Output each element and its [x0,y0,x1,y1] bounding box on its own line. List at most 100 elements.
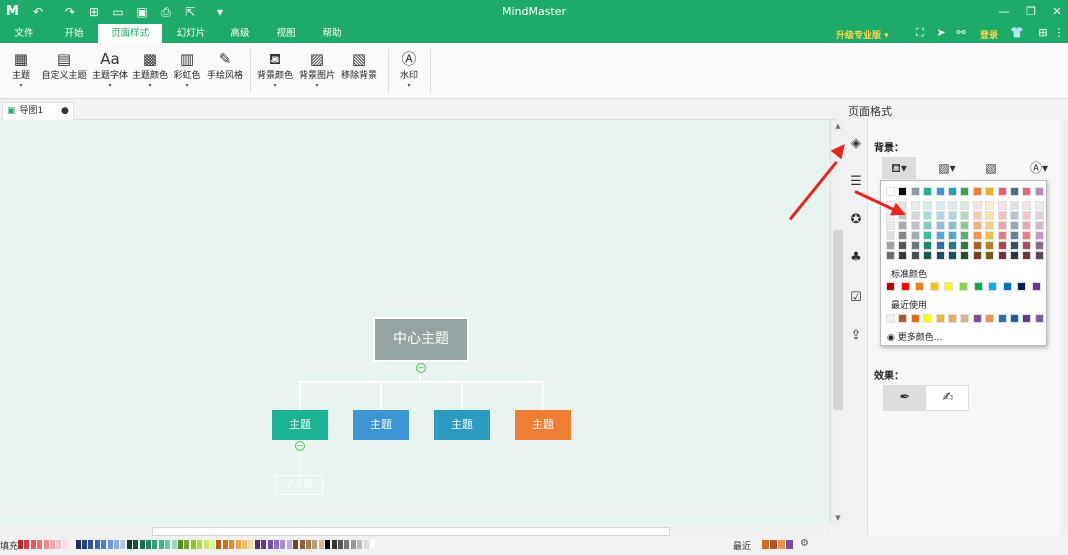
fill-color-swatch[interactable] [235,540,241,549]
fill-color-swatch[interactable] [178,540,183,549]
fill-color-swatch[interactable] [82,540,87,549]
fill-color-swatch[interactable] [248,540,254,549]
theme-color-swatch[interactable] [1034,187,1044,196]
theme-shade-swatch[interactable] [985,241,995,250]
theme-shade-swatch[interactable] [997,221,1007,230]
fill-color-swatch[interactable] [312,540,318,549]
theme-shade-swatch[interactable] [935,221,945,230]
theme-shade-swatch[interactable] [997,211,1007,220]
theme-shade-swatch[interactable] [1022,221,1032,230]
menu-view[interactable]: 视图 [268,24,304,43]
fill-color-swatch[interactable] [344,540,350,549]
theme-shade-swatch[interactable] [997,241,1007,250]
recent-color-swatch[interactable] [886,314,895,323]
recent-color-swatch[interactable] [935,314,945,323]
theme-color-swatch[interactable] [923,187,933,196]
theme-shade-swatch[interactable] [923,251,933,260]
theme-shade-swatch[interactable] [923,241,933,250]
theme-shade-swatch[interactable] [1010,231,1019,240]
theme-shade-swatch[interactable] [948,231,957,240]
upload-icon[interactable]: ⇪ [848,328,864,344]
fill-color-swatch[interactable] [120,540,126,549]
theme-shade-swatch[interactable] [948,241,957,250]
fill-color-swatch[interactable] [88,540,94,549]
recent-color-swatch[interactable] [1034,314,1044,323]
recent-fill-swatch[interactable] [762,540,769,549]
theme-shade-swatch[interactable] [898,251,908,260]
theme-shade-swatch[interactable] [886,221,895,230]
standard-color-swatch[interactable] [1032,282,1041,291]
recent-color-swatch[interactable] [910,314,920,323]
theme-shade-swatch[interactable] [1034,231,1044,240]
more-icon[interactable]: ⋮ [1052,26,1066,40]
menu-file[interactable]: 文件 [6,24,42,43]
scroll-up-icon[interactable]: ▲ [831,122,845,130]
fill-color-swatch[interactable] [229,540,235,549]
fill-color-swatch[interactable] [56,540,62,549]
theme-shade-swatch[interactable] [935,231,945,240]
theme-shade-swatch[interactable] [972,201,982,210]
fill-color-swatch[interactable] [338,540,343,549]
share-icon[interactable]: ⚯ [954,26,968,40]
menu-start[interactable]: 开始 [56,24,92,43]
fill-color-swatch[interactable] [30,540,36,549]
background-color-dropdown[interactable]: ⛾▾ [882,157,916,179]
theme-shade-swatch[interactable] [1022,251,1032,260]
standard-color-swatch[interactable] [988,282,998,291]
theme-shade-swatch[interactable] [948,221,957,230]
child-topic[interactable]: 子主题 [275,475,323,495]
theme-button[interactable]: ▦ 主题 ▾ [6,47,36,95]
horizontal-scrollbar[interactable] [0,525,830,538]
fill-color-swatch[interactable] [184,540,190,549]
collapse-icon[interactable]: − [295,441,305,451]
theme-color-swatch[interactable] [985,187,995,196]
menu-page-style[interactable]: 页面样式 [98,24,162,43]
watermark-dropdown[interactable]: Ⓐ▾ [1022,157,1056,179]
theme-shade-swatch[interactable] [923,211,933,220]
theme-shade-swatch[interactable] [910,221,920,230]
standard-color-swatch[interactable] [959,282,968,291]
fill-color-swatch[interactable] [306,540,311,549]
fill-color-swatch[interactable] [158,540,164,549]
theme-shade-swatch[interactable] [910,231,920,240]
theme-shade-swatch[interactable] [1034,201,1044,210]
fill-color-swatch[interactable] [165,540,171,549]
fill-color-swatch[interactable] [171,540,177,549]
fill-color-swatch[interactable] [203,540,209,549]
theme-shade-swatch[interactable] [886,251,895,260]
task-icon[interactable]: ☑ [848,290,864,306]
more-colors-button[interactable]: ◉ 更多颜色... [887,330,942,343]
hand-draw-style-icon[interactable]: ✍ [927,386,969,410]
color-settings-icon[interactable]: ⚙ [800,538,809,549]
theme-shade-swatch[interactable] [923,221,933,230]
theme-shade-swatch[interactable] [910,241,920,250]
theme-shade-swatch[interactable] [997,231,1007,240]
theme-shade-swatch[interactable] [886,231,895,240]
fill-color-swatch[interactable] [210,540,215,549]
document-tab[interactable]: ▣ 导图1 ● [2,102,74,120]
fill-color-swatch[interactable] [350,540,356,549]
rainbow-button[interactable]: ▥ 彩虹色 ▾ [170,47,204,95]
theme-shade-swatch[interactable] [1010,251,1019,260]
recent-color-swatch[interactable] [960,314,970,323]
theme-shade-swatch[interactable] [1010,241,1019,250]
theme-shade-swatch[interactable] [985,231,995,240]
theme-shade-swatch[interactable] [1022,241,1032,250]
theme-shade-swatch[interactable] [910,251,920,260]
theme-shade-swatch[interactable] [1010,201,1019,210]
theme-shade-swatch[interactable] [935,241,945,250]
recent-color-swatch[interactable] [923,314,933,323]
main-topic[interactable]: 主题 [353,410,409,440]
central-topic[interactable]: 中心主题 [373,317,469,362]
scrollbar-thumb[interactable] [833,230,843,410]
theme-shade-swatch[interactable] [960,211,970,220]
panel-scrollbar[interactable] [1060,120,1068,535]
theme-shade-swatch[interactable] [985,211,995,220]
theme-shade-swatch[interactable] [935,201,945,210]
fill-color-swatch[interactable] [331,540,337,549]
normal-style-icon[interactable]: ✒ [884,386,926,410]
send-icon[interactable]: ➤ [934,26,948,40]
background-image-dropdown[interactable]: ▨▾ [930,157,964,179]
custom-theme-button[interactable]: ▤ 自定义主题 [38,47,90,95]
theme-shade-swatch[interactable] [972,251,982,260]
